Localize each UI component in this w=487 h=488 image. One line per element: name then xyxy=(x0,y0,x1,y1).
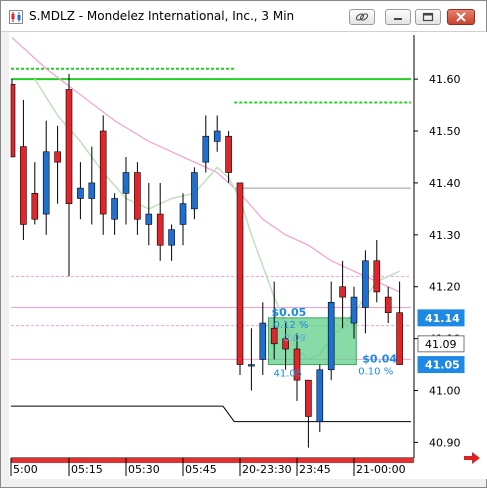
price-tick-label: 41.30 xyxy=(429,229,461,242)
link-button[interactable] xyxy=(349,9,375,25)
time-tick-label: 21-00:00 xyxy=(356,463,406,476)
candle-body-down xyxy=(54,151,61,163)
candle-body-down xyxy=(20,146,27,225)
candle-body-up xyxy=(191,172,198,210)
candle xyxy=(10,79,16,158)
candle-body-up xyxy=(168,229,175,246)
trade-box-top-percent: 0.12 % xyxy=(274,320,309,331)
candle-body-up xyxy=(213,130,221,142)
candle-body-down xyxy=(225,135,232,173)
minimize-icon xyxy=(394,18,402,20)
price-tick-label: 41.40 xyxy=(429,177,461,190)
candle-body-up xyxy=(259,322,267,360)
candle xyxy=(316,364,324,433)
candle-body-up xyxy=(145,213,153,225)
price-marker-label: 41.05 xyxy=(425,359,460,372)
candle-body-down xyxy=(10,84,16,158)
candle-body-up xyxy=(42,151,50,215)
candle-body-down xyxy=(65,89,73,204)
chart-area[interactable]: $0.05 0.12 % 0.09 41.05 $0.04 0.10 % 41.60 41.… xyxy=(9,32,487,479)
price-marker-label: 41.09 xyxy=(425,338,457,351)
candle-body-up xyxy=(88,182,96,199)
window-title: S.MDLZ - Mondelez International, Inc., 3… xyxy=(29,9,295,23)
time-tick-label: 5:00 xyxy=(13,463,38,476)
candle-body-down xyxy=(99,130,107,215)
trade-box-mid-value: 0.09 xyxy=(284,333,306,344)
price-tick-label: 41.00 xyxy=(429,385,461,398)
candle-body-down xyxy=(339,286,346,298)
candle-body-up xyxy=(327,301,335,371)
price-tick-label: 41.20 xyxy=(429,281,461,294)
maximize-icon xyxy=(422,12,434,22)
candle-body-down xyxy=(236,182,244,365)
candle-body-up xyxy=(202,135,210,163)
trade-box-bottom-amount: $0.04 xyxy=(362,353,397,366)
time-tick-label: 05:30 xyxy=(128,463,160,476)
candle-body-down xyxy=(373,260,381,293)
candle xyxy=(236,182,244,375)
candle-body-up xyxy=(111,198,118,220)
price-marker-label: 41.14 xyxy=(425,312,460,325)
candle-body-down xyxy=(156,213,164,246)
candle-body-down xyxy=(31,193,39,220)
candle-body-down xyxy=(134,172,141,220)
trade-box-bottom-percent: 0.10 % xyxy=(358,367,393,378)
time-tick-label: 05:15 xyxy=(71,463,103,476)
chart-window: S.MDLZ - Mondelez International, Inc., 3… xyxy=(0,0,487,488)
candle-body-down xyxy=(384,296,392,313)
trade-box-bottom-price: 41.05 xyxy=(274,369,303,380)
minimize-button[interactable] xyxy=(385,9,411,25)
price-tick-label: 41.60 xyxy=(429,73,461,86)
time-tick-label: 20-23:30 xyxy=(242,463,292,476)
candle-body-up xyxy=(248,364,255,367)
price-tick-label: 41.50 xyxy=(429,125,461,138)
time-tick-label: 05:45 xyxy=(185,463,217,476)
trade-box-top-amount: $0.05 xyxy=(272,306,307,319)
close-button[interactable] xyxy=(447,9,475,25)
close-icon xyxy=(456,12,466,22)
time-tick-label: 23:45 xyxy=(299,463,331,476)
scroll-right-arrow-icon[interactable] xyxy=(463,451,481,465)
candle-body-up xyxy=(122,172,130,194)
candle-body-up xyxy=(362,260,369,308)
candle-body-down xyxy=(396,312,403,365)
candle-body-up xyxy=(350,296,358,324)
title-bar[interactable]: S.MDLZ - Mondelez International, Inc., 3… xyxy=(1,1,486,32)
candle-body-up xyxy=(77,187,84,199)
price-tick-label: 40.90 xyxy=(429,436,461,449)
candle-body-down xyxy=(305,379,312,417)
link-icon xyxy=(355,13,369,21)
maximize-button[interactable] xyxy=(415,9,441,25)
candle-body-up xyxy=(316,369,324,422)
chart-app-icon xyxy=(9,10,23,24)
price-chart[interactable]: $0.050.12 % 0.09 41.05 $0.040.10 % 41.60 41.… xyxy=(9,32,487,479)
candle-body-up xyxy=(179,203,187,225)
